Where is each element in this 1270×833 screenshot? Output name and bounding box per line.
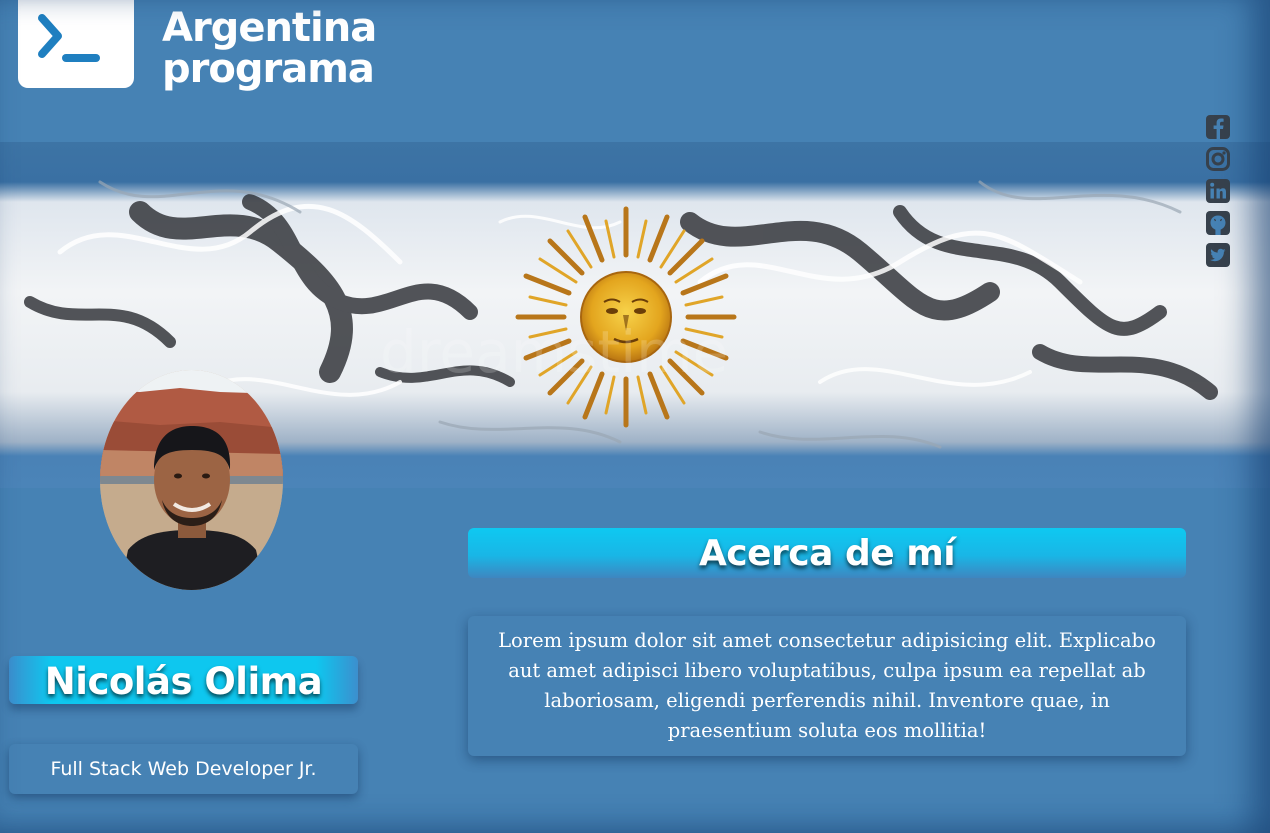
twitter-icon[interactable]: [1205, 242, 1231, 268]
linkedin-icon[interactable]: [1205, 178, 1231, 204]
brand-line-1: Argentina: [162, 5, 377, 51]
brand-title: Argentina programa: [162, 5, 377, 92]
profile-name-card: Nicolás Olima: [9, 656, 358, 704]
about-heading: Acerca de mí: [698, 533, 956, 574]
facebook-icon[interactable]: [1205, 114, 1231, 140]
profile-role: Full Stack Web Developer Jr.: [9, 744, 358, 794]
github-icon[interactable]: [1205, 210, 1231, 236]
about-heading-card: Acerca de mí: [468, 528, 1186, 578]
terminal-prompt-icon: [38, 14, 100, 62]
instagram-icon[interactable]: [1205, 146, 1231, 172]
argentina-programa-logo[interactable]: [18, 0, 134, 88]
brand-line-2: programa: [162, 46, 375, 92]
svg-text:dreamstime: dreamstime: [380, 318, 728, 386]
social-links: [1205, 114, 1232, 268]
profile-avatar: [100, 370, 283, 590]
profile-name: Nicolás Olima: [44, 660, 323, 703]
about-text: Lorem ipsum dolor sit amet consectetur a…: [468, 616, 1186, 756]
profile-photo: [100, 370, 283, 590]
